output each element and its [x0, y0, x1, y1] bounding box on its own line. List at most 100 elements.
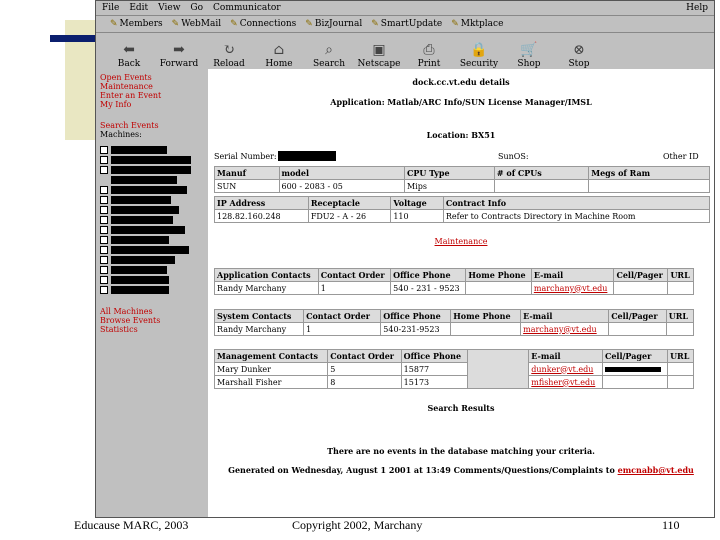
tree-node-icon	[100, 236, 108, 244]
tree-node-icon	[100, 256, 108, 264]
table-header: Application Contacts	[214, 268, 319, 282]
machine-item[interactable]	[100, 165, 204, 175]
table-cell	[665, 322, 695, 336]
sidebar-link-open-events[interactable]: Open Events	[100, 73, 204, 82]
email-link[interactable]: marchany@vt.edu	[520, 322, 610, 336]
table-header: Office Phone	[380, 309, 452, 323]
tree-node-icon	[100, 196, 108, 204]
maintenance-link[interactable]: Maintenance	[208, 237, 714, 246]
other-id-label: Other ID	[663, 152, 699, 161]
bookmark-webmail[interactable]: WebMail	[172, 19, 221, 29]
application-contacts-table: Application Contacts Contact Order Office …	[214, 268, 694, 295]
shop-button[interactable]: 🛒 Shop	[506, 41, 552, 69]
table-cell: 15173	[400, 375, 469, 389]
sidebar-link-maintenance[interactable]: Maintenance	[100, 82, 204, 91]
table-cell: 110	[390, 209, 444, 223]
bookmark-mktplace[interactable]: Mktplace	[451, 19, 504, 29]
machine-item[interactable]	[100, 205, 204, 215]
sidebar-link-enter-event[interactable]: Enter an Event	[100, 91, 204, 100]
table-cell: 128.82.160.248	[214, 209, 309, 223]
tree-node-icon	[100, 206, 108, 214]
table-header: URL	[665, 309, 695, 323]
search-button[interactable]: ⌕ Search	[306, 41, 352, 69]
search-results-title: Search Results	[427, 403, 495, 413]
reload-button[interactable]: ↻ Reload	[206, 41, 252, 69]
table-cell: 1	[303, 322, 382, 336]
sidebar-link-all-machines[interactable]: All Machines	[100, 307, 204, 316]
table-cell: 540-231-9523	[380, 322, 452, 336]
machine-item[interactable]	[100, 145, 204, 155]
menu-go[interactable]: Go	[190, 3, 203, 13]
table-header: IP Address	[214, 196, 309, 210]
redacted-block	[111, 186, 187, 194]
email-link[interactable]: mfisher@vt.edu	[528, 375, 603, 389]
redacted-block	[111, 226, 185, 234]
table-header: # of CPUs	[493, 166, 590, 180]
redacted-block	[111, 216, 173, 224]
personal-toolbar: Members WebMail Connections BizJournal S…	[96, 16, 714, 33]
netscape-button[interactable]: ▣ Netscape	[356, 41, 402, 69]
home-button[interactable]: ⌂ Home	[256, 41, 302, 69]
sidebar-link-my-info[interactable]: My Info	[100, 100, 204, 109]
sidebar-link-search-events[interactable]: Search Events	[100, 121, 204, 130]
table-cell: Randy Marchany	[214, 281, 319, 295]
table-cell: Marshall Fisher	[213, 375, 329, 389]
machine-item[interactable]	[100, 245, 204, 255]
tree-node-icon	[100, 156, 108, 164]
machine-item[interactable]	[100, 175, 204, 185]
table-header: Home Phone	[465, 268, 532, 282]
machine-item[interactable]	[100, 265, 204, 275]
email-link[interactable]: marchany@vt.edu	[530, 281, 615, 295]
menu-view[interactable]: View	[158, 3, 180, 13]
bookmark-members[interactable]: Members	[110, 19, 163, 29]
machine-item[interactable]	[100, 255, 204, 265]
decorative-bar	[50, 35, 95, 42]
security-button[interactable]: 🔒 Security	[456, 41, 502, 69]
table-cell	[601, 375, 669, 389]
redacted-block	[111, 176, 177, 184]
redacted-block	[111, 276, 169, 284]
complaints-email-link[interactable]: emcnabb@vt.edu	[618, 465, 694, 475]
table-header: System Contacts	[213, 309, 305, 323]
menu-file[interactable]: File	[102, 3, 119, 13]
bookmark-bizjournal[interactable]: BizJournal	[305, 19, 362, 29]
application-line: Application: Matlab/ARC Info/SUN License…	[330, 97, 592, 107]
redacted-block	[111, 166, 191, 174]
machine-item[interactable]	[100, 215, 204, 225]
table-cell	[667, 375, 694, 389]
tree-node-icon	[100, 146, 108, 154]
tree-node-icon	[100, 276, 108, 284]
table-cell: 15877	[400, 362, 469, 376]
machine-item[interactable]	[100, 285, 204, 295]
main-panel: dock.cc.vt.edu details Application: Matl…	[208, 69, 714, 517]
machine-item[interactable]	[100, 235, 204, 245]
bookmark-smartupdate[interactable]: SmartUpdate	[371, 19, 442, 29]
tree-node-icon	[100, 226, 108, 234]
table-cell	[608, 322, 667, 336]
print-button[interactable]: ⎙ Print	[406, 41, 452, 69]
machine-item[interactable]	[100, 195, 204, 205]
sidebar-link-browse-events[interactable]: Browse Events	[100, 316, 204, 325]
bookmark-connections[interactable]: Connections	[230, 19, 297, 29]
machine-item[interactable]	[100, 225, 204, 235]
redacted-home-phone	[467, 349, 530, 389]
generated-line: Generated on Wednesday, August 1 2001 at…	[208, 465, 714, 475]
forward-button[interactable]: ➡ Forward	[156, 41, 202, 69]
stop-button[interactable]: ⊗ Stop	[556, 41, 602, 69]
table-cell	[588, 179, 710, 193]
machine-item[interactable]	[100, 185, 204, 195]
redacted-block	[111, 246, 189, 254]
table-cell: Refer to Contracts Directory in Machine …	[442, 209, 711, 223]
email-link[interactable]: dunker@vt.edu	[528, 362, 603, 376]
menu-help[interactable]: Help	[686, 3, 708, 13]
menu-communicator[interactable]: Communicator	[213, 3, 281, 13]
menu-edit[interactable]: Edit	[129, 3, 148, 13]
table-header: Contract Info	[442, 196, 711, 210]
machine-item[interactable]	[100, 155, 204, 165]
sidebar-link-statistics[interactable]: Statistics	[100, 325, 204, 334]
table-header: Voltage	[390, 196, 444, 210]
table-header: E-mail	[520, 309, 610, 323]
machine-item[interactable]	[100, 275, 204, 285]
location-line: Location: BX51	[426, 130, 496, 140]
back-button[interactable]: ⬅ Back	[106, 41, 152, 69]
